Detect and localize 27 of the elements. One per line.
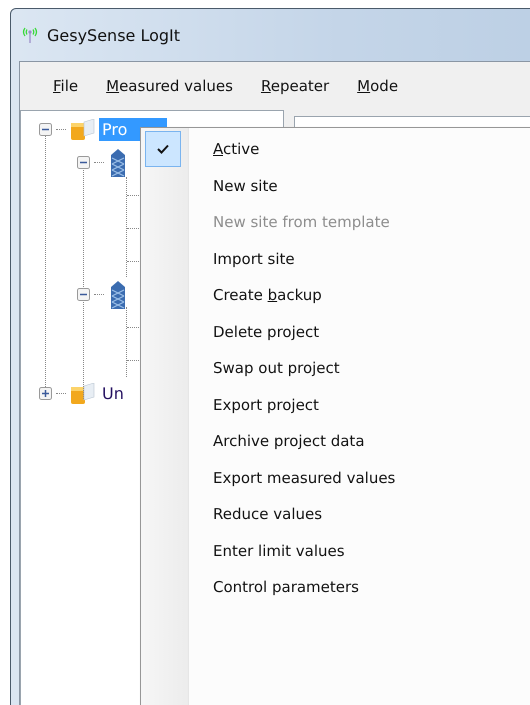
tree-node-label[interactable]: Un — [99, 382, 127, 405]
context-menu-item[interactable]: Create backup — [213, 286, 322, 304]
expander-icon[interactable] — [39, 123, 52, 136]
expander-icon[interactable] — [39, 387, 52, 400]
context-menu-item[interactable]: Control parameters — [213, 578, 359, 596]
context-menu-item[interactable]: Export project — [213, 396, 319, 414]
context-menu-item[interactable]: Enter limit values — [213, 542, 345, 560]
window-title: GesySense LogIt — [47, 26, 180, 44]
context-menu-item[interactable]: Active — [213, 140, 260, 158]
context-menu-item[interactable]: Archive project data — [213, 432, 365, 450]
context-menu-item[interactable]: Delete project — [213, 322, 320, 341]
context-menu-item[interactable]: Reduce values — [213, 505, 322, 524]
folder-icon — [70, 118, 96, 140]
context-menu-item[interactable]: Import site — [213, 250, 295, 268]
menu-item[interactable]: Measured values — [103, 75, 236, 97]
tower-icon — [108, 148, 128, 178]
context-menu-item[interactable]: Swap out project — [213, 359, 340, 378]
menu-item[interactable]: File — [50, 75, 82, 97]
tower-icon — [108, 280, 128, 310]
context-menu-item[interactable]: Export measured values — [213, 468, 396, 487]
menu-item[interactable]: Mode — [354, 75, 402, 97]
context-menu-item[interactable]: New site — [213, 176, 278, 195]
folder-icon — [70, 382, 96, 404]
menu-item[interactable]: Repeater — [258, 75, 332, 97]
expander-icon[interactable] — [77, 288, 90, 301]
antenna-icon — [21, 26, 39, 44]
expander-icon[interactable] — [77, 156, 90, 169]
